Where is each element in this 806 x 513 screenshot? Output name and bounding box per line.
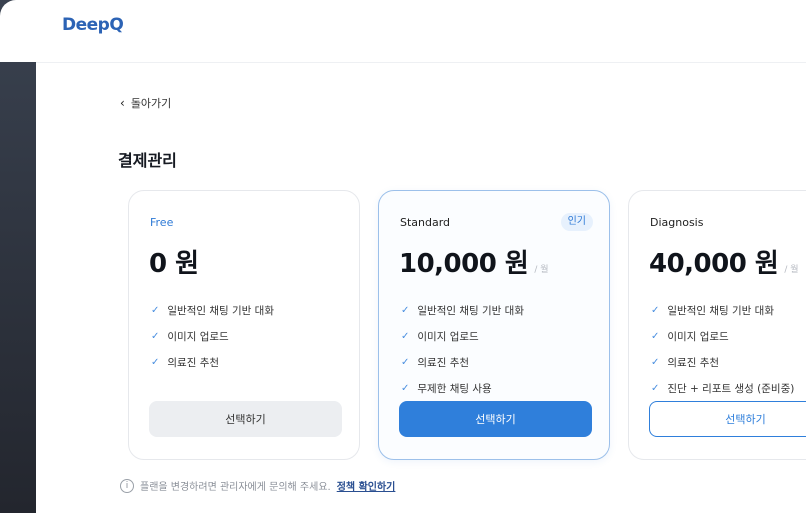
back-link[interactable]: ‹ 돌아가기 <box>120 95 171 111</box>
feature-item: ✓ 무제한 채팅 사용 <box>401 375 524 401</box>
price-period: / 월 <box>534 265 549 275</box>
check-icon: ✓ <box>651 304 660 316</box>
popular-badge: 인기 <box>560 213 593 231</box>
check-icon: ✓ <box>651 382 660 394</box>
plan-name: Free <box>150 216 174 229</box>
footer-notice: i 플랜을 변경하려면 관리자에게 문의해 주세요. 정책 확인하기 <box>120 478 395 493</box>
feature-text: 무제한 채팅 사용 <box>417 382 492 395</box>
feature-text: 진단 + 리포트 생성 (준비중) <box>667 382 795 395</box>
check-icon: ✓ <box>651 356 660 368</box>
check-icon: ✓ <box>151 304 160 316</box>
feature-list: ✓ 일반적인 채팅 기반 대화 ✓ 이미지 업로드 ✓ 의료진 추천 ✓ 진단 + 리포… <box>651 297 794 401</box>
plan-name: Diagnosis <box>650 216 704 229</box>
plan-card-free: Free 0 원 ✓ 일반적인 채팅 기반 대화 ✓ 이미지 업로드 ✓ 의료진 추천… <box>128 190 360 460</box>
plan-price: 10,000 원 / 월 <box>399 243 549 280</box>
feature-text: 의료진 추천 <box>167 356 220 369</box>
feature-item: ✓ 의료진 추천 <box>651 349 794 375</box>
check-icon: ✓ <box>401 356 410 368</box>
check-icon: ✓ <box>151 330 160 342</box>
feature-item: ✓ 이미지 업로드 <box>401 323 524 349</box>
feature-text: 일반적인 채팅 기반 대화 <box>167 304 275 317</box>
back-label: 돌아가기 <box>130 97 172 110</box>
price-period: / 월 <box>784 265 799 275</box>
check-icon: ✓ <box>151 356 160 368</box>
select-free-button[interactable]: 선택하기 <box>149 401 342 437</box>
info-icon: i <box>120 478 134 493</box>
feature-text: 이미지 업로드 <box>167 330 229 343</box>
check-icon: ✓ <box>401 304 410 316</box>
feature-text: 의료진 추천 <box>417 356 470 369</box>
feature-text: 이미지 업로드 <box>417 330 479 343</box>
feature-list: ✓ 일반적인 채팅 기반 대화 ✓ 이미지 업로드 ✓ 의료진 추천 ✓ 무제한 채팅 … <box>401 297 524 401</box>
feature-text: 의료진 추천 <box>667 356 720 369</box>
plan-card-diagnosis: Diagnosis 40,000 원 / 월 ✓ 일반적인 채팅 기반 대화 ✓ 이… <box>628 190 806 460</box>
feature-text: 일반적인 채팅 기반 대화 <box>667 304 775 317</box>
logo[interactable]: DeepQ <box>62 15 124 35</box>
plan-price: 0 원 <box>149 243 199 280</box>
price-amount: 10,000 원 <box>399 249 529 279</box>
feature-item: ✓ 일반적인 채팅 기반 대화 <box>401 297 524 323</box>
policy-link[interactable]: 정책 확인하기 <box>337 478 396 493</box>
price-amount: 40,000 원 <box>649 249 779 279</box>
chevron-left-icon: ‹ <box>120 96 125 110</box>
check-icon: ✓ <box>401 330 410 342</box>
plan-price: 40,000 원 / 월 <box>649 243 799 280</box>
notice-text: 플랜을 변경하려면 관리자에게 문의해 주세요. <box>140 482 331 493</box>
check-icon: ✓ <box>401 382 410 394</box>
feature-text: 이미지 업로드 <box>667 330 729 343</box>
page-title: 결제관리 <box>118 151 177 170</box>
feature-item: ✓ 일반적인 채팅 기반 대화 <box>151 297 274 323</box>
select-standard-button[interactable]: 선택하기 <box>399 401 592 437</box>
select-diagnosis-button[interactable]: 선택하기 <box>649 401 806 437</box>
feature-text: 일반적인 채팅 기반 대화 <box>417 304 525 317</box>
feature-item: ✓ 이미지 업로드 <box>151 323 274 349</box>
price-amount: 0 원 <box>149 249 199 279</box>
feature-item: ✓ 진단 + 리포트 생성 (준비중) <box>651 375 794 401</box>
feature-item: ✓ 이미지 업로드 <box>651 323 794 349</box>
top-bar: DeepQ <box>0 0 806 62</box>
feature-list: ✓ 일반적인 채팅 기반 대화 ✓ 이미지 업로드 ✓ 의료진 추천 <box>151 297 274 375</box>
feature-item: ✓ 의료진 추천 <box>151 349 274 375</box>
check-icon: ✓ <box>651 330 660 342</box>
feature-item: ✓ 의료진 추천 <box>401 349 524 375</box>
feature-item: ✓ 일반적인 채팅 기반 대화 <box>651 297 794 323</box>
plan-name: Standard <box>400 216 451 229</box>
plan-card-standard: Standard 인기 10,000 원 / 월 ✓ 일반적인 채팅 기반 대화 … <box>378 190 610 460</box>
